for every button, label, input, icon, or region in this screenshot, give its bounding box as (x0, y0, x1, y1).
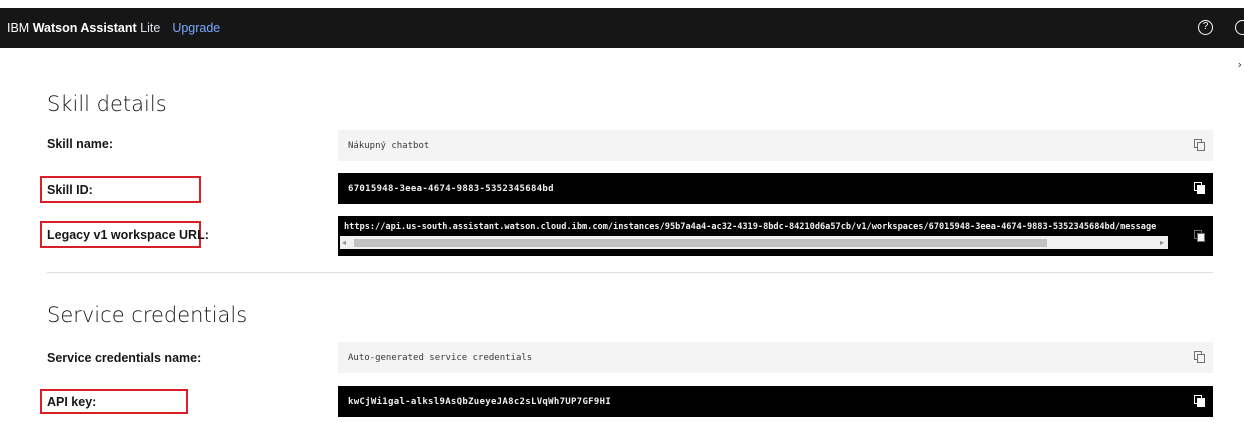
service-credentials-title: Service credentials (47, 303, 248, 327)
skill-details-title: Skill details (47, 92, 167, 116)
scrollbar-thumb[interactable] (354, 239, 1047, 247)
api-key-label: API key: (47, 395, 97, 409)
user-avatar-icon[interactable] (1235, 20, 1244, 35)
copy-icon[interactable] (1194, 182, 1205, 194)
brand-prefix: IBM (7, 21, 30, 35)
legacy-url-value: https://api.us-south.assistant.watson.cl… (344, 222, 1157, 232)
scroll-left-arrow-icon[interactable]: ◂ (342, 236, 346, 249)
product-brand[interactable]: IBM Watson Assistant Lite (0, 21, 160, 35)
api-key-field[interactable]: kwCjWi1gal-alksl9AsQbZueyeJA8c2sLVqWh7UP… (338, 386, 1213, 417)
skill-name-field[interactable]: Nákupný chatbot (338, 130, 1213, 161)
credentials-name-value: Auto-generated service credentials (348, 352, 533, 363)
credentials-name-field[interactable]: Auto-generated service credentials (338, 342, 1213, 373)
top-navigation-bar: IBM Watson Assistant Lite Upgrade ? (0, 8, 1244, 48)
legacy-url-field[interactable]: https://api.us-south.assistant.watson.cl… (338, 216, 1213, 256)
skill-id-field[interactable]: 67015948-3eea-4674-9883-5352345684bd (338, 173, 1213, 204)
section-divider (47, 272, 1213, 273)
help-icon[interactable]: ? (1198, 20, 1213, 35)
close-panel-icon[interactable]: › (1238, 58, 1242, 71)
scroll-right-arrow-icon[interactable]: ▸ (1160, 236, 1164, 249)
brand-name: Watson Assistant (32, 21, 137, 35)
copy-icon[interactable] (1194, 395, 1205, 407)
credentials-name-label: Service credentials name: (47, 351, 202, 365)
api-key-value: kwCjWi1gal-alksl9AsQbZueyeJA8c2sLVqWh7UP… (348, 396, 612, 407)
upgrade-link[interactable]: Upgrade (172, 21, 220, 35)
skill-name-value: Nákupný chatbot (348, 140, 430, 151)
copy-icon[interactable] (1194, 139, 1205, 151)
skill-id-label: Skill ID: (47, 183, 93, 197)
skill-id-value: 67015948-3eea-4674-9883-5352345684bd (348, 183, 554, 194)
skill-name-label: Skill name: (47, 137, 113, 151)
plan-label: Lite (140, 21, 161, 35)
horizontal-scrollbar[interactable]: ◂ ▸ (340, 236, 1168, 249)
copy-icon[interactable] (1194, 230, 1205, 242)
copy-icon[interactable] (1194, 351, 1205, 363)
legacy-url-label: Legacy v1 workspace URL: (47, 228, 209, 242)
